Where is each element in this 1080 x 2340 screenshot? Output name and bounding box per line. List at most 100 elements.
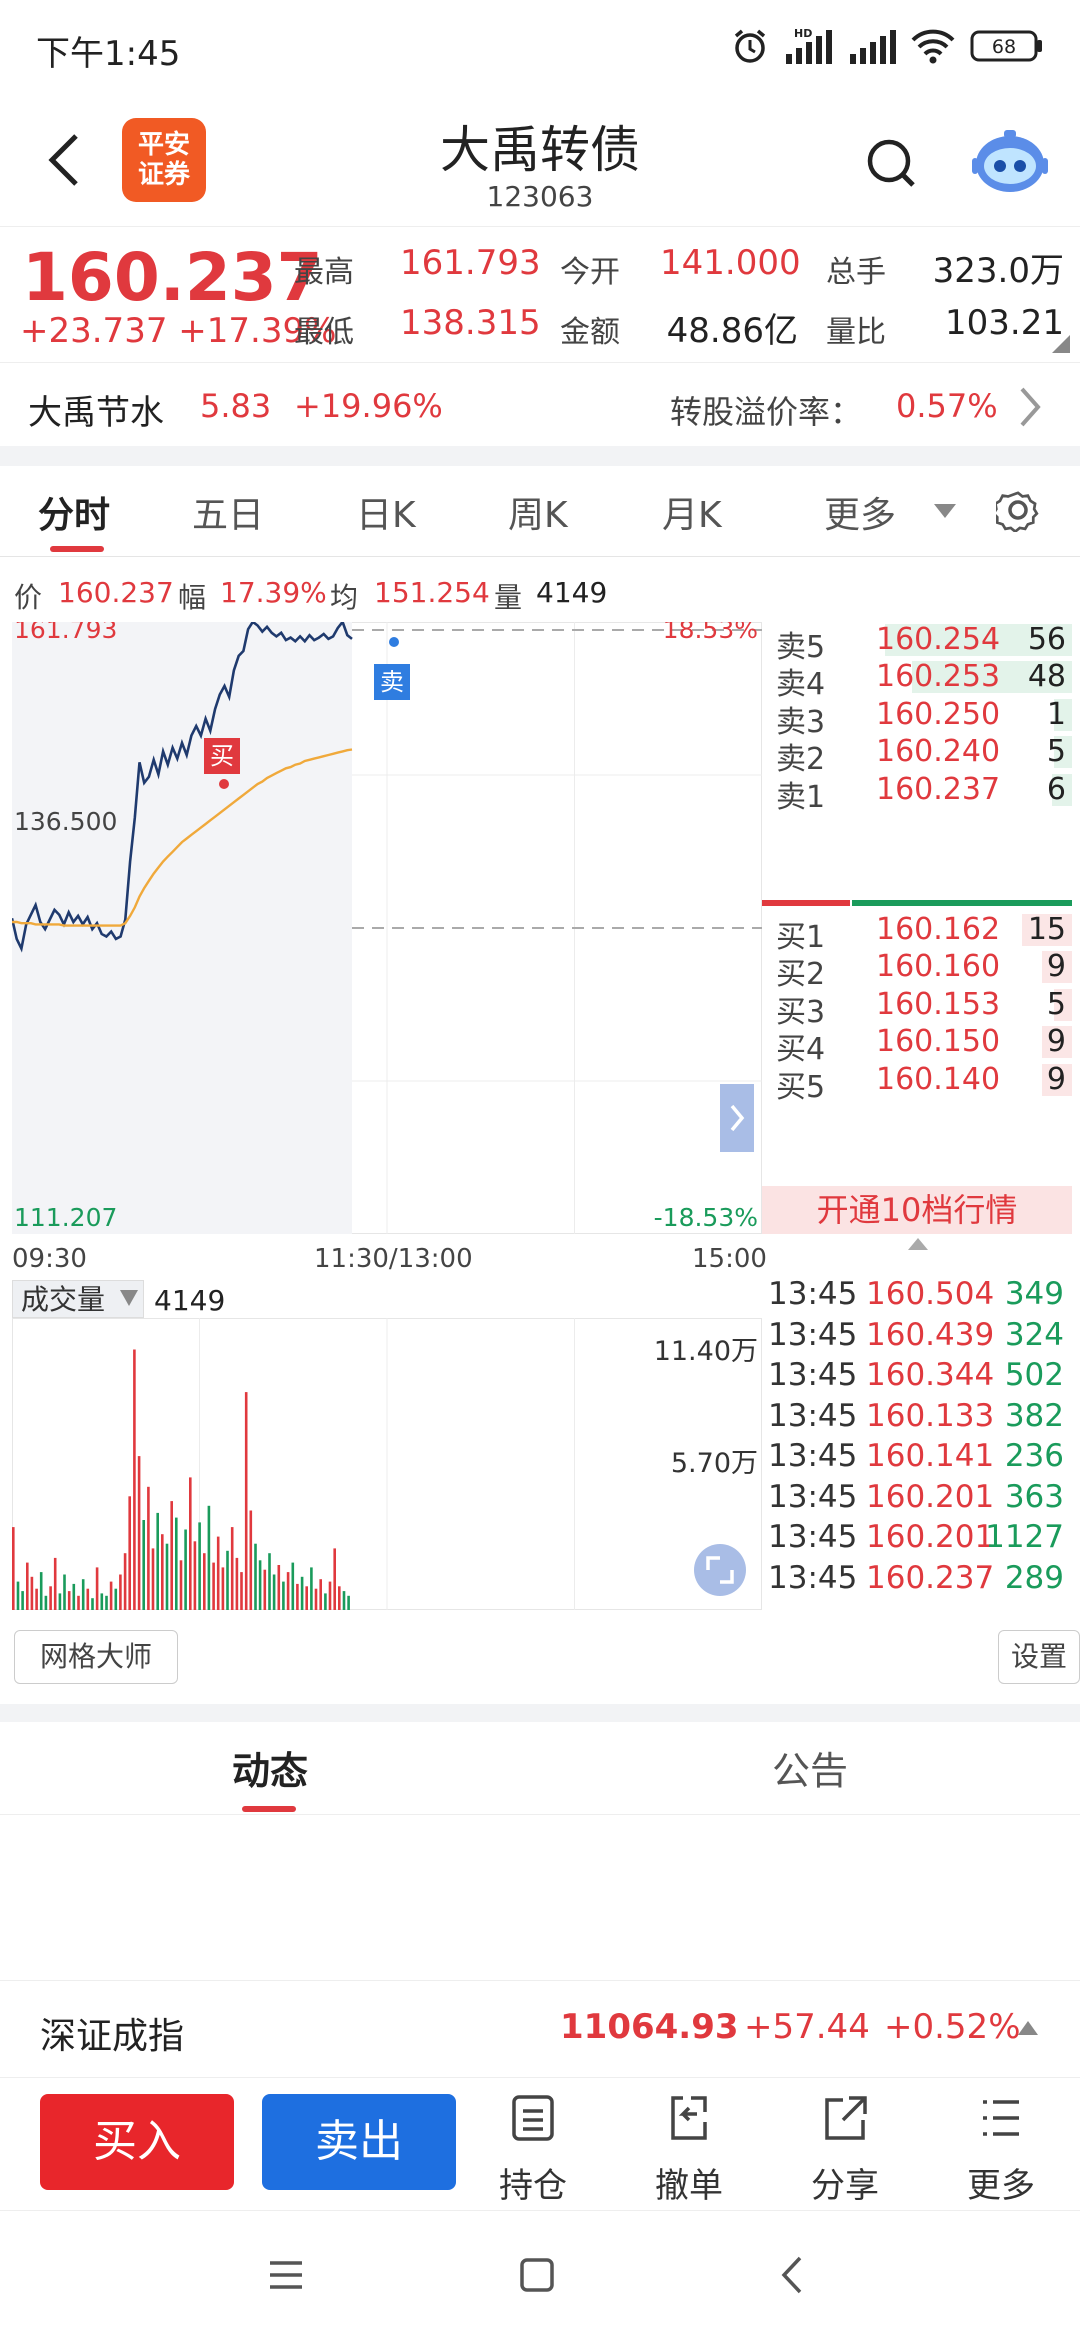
tick-volume: 324 bbox=[1004, 1316, 1064, 1353]
tab-five-day[interactable]: 五日 bbox=[192, 486, 264, 538]
tab-weekly-k[interactable]: 周K bbox=[508, 486, 568, 538]
battery-icon: 68 bbox=[970, 30, 1042, 62]
bid-row-2[interactable]: 买2 160.160 9 bbox=[762, 949, 1072, 992]
volume-max-label: 11.40万 bbox=[654, 1336, 758, 1367]
volume-bar-44 bbox=[216, 1536, 220, 1610]
volume-mid-label: 5.70万 bbox=[671, 1448, 758, 1479]
collapse-up-icon[interactable] bbox=[908, 1238, 928, 1250]
tab-news[interactable]: 动态 bbox=[232, 1740, 308, 1795]
bid-row-3[interactable]: 买3 160.153 5 bbox=[762, 986, 1072, 1030]
tick-volume: 289 bbox=[1004, 1559, 1064, 1596]
tick-volume: 502 bbox=[1004, 1357, 1064, 1393]
share-button[interactable]: 分享 bbox=[790, 2094, 900, 2206]
chart-low-label: 111.207 bbox=[14, 1203, 117, 1232]
fullscreen-icon[interactable] bbox=[694, 1544, 746, 1596]
tab-more[interactable]: 更多 bbox=[824, 486, 896, 538]
tick-row: 13:45 160.141 236 bbox=[762, 1438, 1072, 1478]
level-volume: 9 bbox=[1046, 1024, 1066, 1060]
upgrade-level10-button[interactable]: 开通10档行情 bbox=[762, 1186, 1072, 1234]
sell-point bbox=[389, 637, 399, 647]
sell-button[interactable]: 卖出 bbox=[262, 2094, 456, 2190]
volume-bar-42 bbox=[207, 1505, 211, 1610]
volume-bar-25 bbox=[128, 1496, 131, 1610]
assistant-robot-icon[interactable] bbox=[970, 124, 1050, 196]
volume-chart[interactable]: 11.40万 5.70万 bbox=[12, 1318, 762, 1610]
ask-row-2[interactable]: 卖4 160.253 48 bbox=[762, 659, 1072, 702]
cancel-order-button[interactable]: 撤单 bbox=[634, 2094, 744, 2206]
more-button[interactable]: 更多 bbox=[946, 2094, 1056, 2206]
corner-triangle-icon bbox=[1052, 335, 1070, 353]
high-label: 最高 bbox=[294, 255, 354, 290]
ask-row-4[interactable]: 卖2 160.240 5 bbox=[762, 734, 1072, 777]
battery-level: 68 bbox=[992, 36, 1016, 58]
position-icon bbox=[512, 2095, 554, 2141]
volume-bar-49 bbox=[240, 1572, 243, 1610]
ask-row-5[interactable]: 卖1 160.237 6 bbox=[762, 772, 1072, 815]
back-nav-icon[interactable] bbox=[780, 2256, 804, 2294]
tick-time: 13:45 bbox=[768, 1438, 858, 1474]
news-tabs: 动态 公告 bbox=[0, 1722, 1080, 1815]
ratio-label: 量比 bbox=[826, 315, 886, 350]
menu-nav-icon[interactable] bbox=[268, 2260, 304, 2290]
level-price: 160.140 bbox=[876, 1061, 1001, 1097]
tab-announcements[interactable]: 公告 bbox=[772, 1740, 848, 1795]
ask-row-3[interactable]: 卖3 160.250 1 bbox=[762, 697, 1072, 740]
ask-row-1[interactable]: 卖5 160.254 56 bbox=[762, 622, 1072, 665]
index-name: 深证成指 bbox=[40, 2016, 185, 2057]
volume-bar-0 bbox=[12, 1527, 15, 1610]
expand-chart-tab[interactable] bbox=[720, 1084, 754, 1152]
market-index-bar[interactable]: 深证成指 11064.93 +57.44 +0.52% bbox=[0, 1980, 1080, 2078]
open-value: 141.000 bbox=[660, 243, 801, 283]
volume-bar-12 bbox=[67, 1591, 71, 1610]
tab-daily-k[interactable]: 日K bbox=[356, 486, 416, 538]
info-avg-label: 均 bbox=[330, 581, 359, 614]
tick-row: 13:45 160.237 289 bbox=[762, 1560, 1072, 1600]
volume-bar-47 bbox=[230, 1527, 234, 1610]
position-button[interactable]: 持仓 bbox=[478, 2094, 588, 2206]
time-axis-start: 09:30 bbox=[12, 1244, 87, 1274]
volume-bar-7 bbox=[44, 1595, 48, 1610]
level-volume: 48 bbox=[1027, 659, 1066, 695]
level-price: 160.150 bbox=[876, 1024, 1001, 1060]
bottom-toolbar: 买入 卖出 持仓 撤单 分享 更多 bbox=[0, 2076, 1080, 2211]
underlying-stock-row[interactable]: 大禹节水 5.83 +19.96% 转股溢价率： 0.57% bbox=[0, 362, 1080, 449]
home-nav-icon[interactable] bbox=[520, 2258, 554, 2292]
elapsed-session-shade bbox=[12, 622, 352, 1234]
search-icon[interactable] bbox=[864, 136, 920, 192]
tick-price: 160.201 bbox=[866, 1478, 995, 1515]
info-vol-label: 量 bbox=[494, 581, 523, 614]
level-volume: 9 bbox=[1046, 1061, 1066, 1097]
volume-bar-23 bbox=[119, 1574, 122, 1610]
volume-bar-6 bbox=[39, 1572, 43, 1610]
settings-gear-icon[interactable] bbox=[996, 488, 1040, 532]
chart-low-pct-label: -18.53% bbox=[654, 1203, 758, 1232]
volume-bar-22 bbox=[114, 1588, 118, 1610]
bid-row-1[interactable]: 买1 160.162 15 bbox=[762, 912, 1072, 955]
bid-row-5[interactable]: 买5 160.140 9 bbox=[762, 1061, 1072, 1105]
buy-button[interactable]: 买入 bbox=[40, 2094, 234, 2190]
level-price: 160.162 bbox=[876, 912, 1001, 947]
tick-price: 160.344 bbox=[866, 1357, 995, 1393]
underlying-price: 5.83 bbox=[200, 387, 272, 425]
tick-price: 160.141 bbox=[866, 1438, 995, 1474]
sell-marker[interactable]: 卖 bbox=[374, 637, 410, 700]
level-price: 160.254 bbox=[876, 622, 1001, 657]
volume-bar-60 bbox=[291, 1562, 295, 1610]
index-value: 11064.93 bbox=[560, 2007, 739, 2047]
grid-master-button[interactable]: 网格大师 bbox=[14, 1630, 178, 1684]
volume-bar-46 bbox=[226, 1550, 229, 1610]
info-amp-label: 幅 bbox=[178, 581, 207, 614]
bid-row-4[interactable]: 买4 160.150 9 bbox=[762, 1024, 1072, 1067]
chart-settings-button[interactable]: 设置 bbox=[998, 1630, 1080, 1684]
tab-intraday[interactable]: 分时 bbox=[38, 486, 110, 538]
tab-monthly-k[interactable]: 月K bbox=[662, 486, 722, 538]
level-volume: 5 bbox=[1046, 986, 1066, 1022]
chart-ref-label: 136.500 bbox=[14, 807, 117, 836]
cancel-order-icon bbox=[671, 2096, 707, 2140]
intraday-price-chart[interactable]: 161.793 18.53% 136.500 111.207 -18.53% 买… bbox=[12, 622, 762, 1234]
info-avg: 151.254 bbox=[374, 576, 490, 609]
volume-bar-50 bbox=[244, 1392, 248, 1610]
buy-marker-label: 买 bbox=[210, 742, 234, 770]
volume-bar-10 bbox=[58, 1593, 62, 1610]
indicator-selector-label: 成交量 bbox=[21, 1283, 106, 1316]
